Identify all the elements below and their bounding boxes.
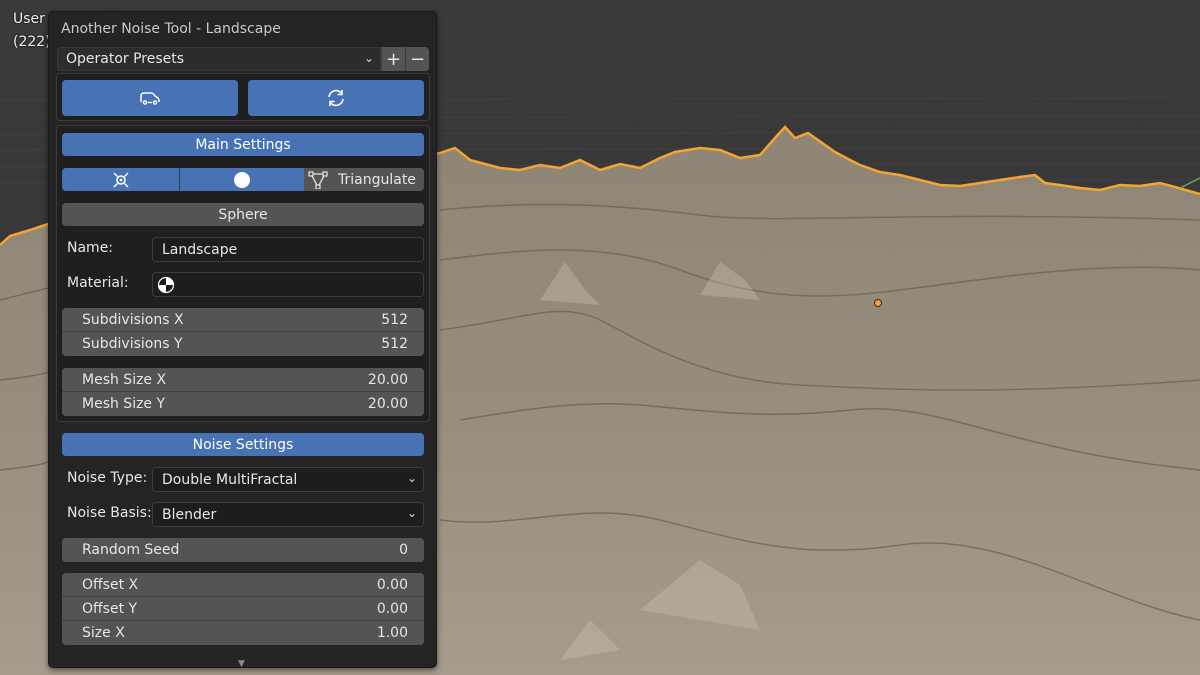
offset-group: Offset X 0.00 Offset Y 0.00 Size X 1.00	[62, 573, 424, 645]
car-icon	[140, 92, 160, 105]
name-value: Landscape	[162, 241, 238, 258]
field-label: Offset Y	[82, 600, 138, 617]
refresh-icon	[328, 89, 344, 107]
field-value: 20.00	[367, 371, 408, 388]
field-label: Mesh Size Y	[82, 396, 166, 412]
triangulate-label: Triangulate	[338, 171, 416, 188]
presets-label: Operator Presets	[66, 51, 185, 67]
redo-panel: Another Noise Tool - Landscape Operator …	[48, 11, 437, 669]
field-value: 512	[381, 336, 408, 352]
origin-toggle[interactable]	[62, 168, 180, 191]
remove-preset-button[interactable]: −	[405, 47, 429, 71]
main-toggles-row: Triangulate	[62, 168, 424, 191]
subdivisions-group: Subdivisions X 512 Subdivisions Y 512	[62, 308, 424, 356]
noise-type-dropdown[interactable]: Double MultiFractal ⌄	[152, 467, 424, 492]
offset-x-field[interactable]: Offset X 0.00	[62, 573, 424, 597]
field-label: Offset X	[82, 576, 139, 593]
field-label: Size X	[82, 625, 125, 641]
mesh-size-y-field[interactable]: Mesh Size Y 20.00	[62, 392, 424, 416]
auto-update-button[interactable]	[62, 80, 238, 116]
field-value: 0.00	[376, 576, 408, 593]
subdivisions-y-field[interactable]: Subdivisions Y 512	[62, 332, 424, 356]
name-field[interactable]: Landscape	[152, 237, 424, 262]
mesh-size-x-field[interactable]: Mesh Size X 20.00	[62, 368, 424, 392]
field-label: Mesh Size X	[82, 371, 167, 388]
object-origin-dot	[874, 299, 882, 307]
material-label: Material:	[67, 275, 129, 291]
noise-basis-label: Noise Basis:	[67, 505, 152, 521]
random-seed-group: Random Seed 0	[62, 538, 424, 562]
refresh-button[interactable]	[248, 80, 424, 116]
scroll-down-arrow-icon[interactable]: ▼	[238, 659, 245, 669]
chevron-down-icon: ⌄	[406, 506, 417, 520]
sphere-dot-icon	[234, 171, 250, 188]
noise-settings-header[interactable]: Noise Settings	[62, 433, 424, 456]
sphere-toggle[interactable]	[180, 168, 304, 191]
add-preset-button[interactable]: +	[381, 47, 405, 71]
chevron-down-icon: ⌄	[363, 51, 374, 65]
operator-presets-dropdown[interactable]: Operator Presets ⌄	[57, 47, 381, 71]
noise-basis-value: Blender	[162, 506, 217, 523]
field-value: 0.00	[376, 600, 408, 617]
name-label: Name:	[67, 240, 114, 256]
offset-y-field[interactable]: Offset Y 0.00	[62, 597, 424, 621]
material-icon	[157, 276, 175, 293]
field-value: 512	[381, 311, 408, 328]
mesh-size-group: Mesh Size X 20.00 Mesh Size Y 20.00	[62, 368, 424, 416]
field-label: Random Seed	[82, 542, 180, 558]
presets-row: Operator Presets ⌄ + −	[57, 47, 429, 71]
noise-type-value: Double MultiFractal	[162, 471, 298, 488]
triangulate-toggle[interactable]: Triangulate	[304, 168, 424, 191]
subdivisions-x-field[interactable]: Subdivisions X 512	[62, 308, 424, 332]
material-field[interactable]	[152, 272, 424, 297]
sphere-button[interactable]: Sphere	[62, 203, 424, 226]
triangulate-icon	[308, 170, 328, 189]
random-seed-field[interactable]: Random Seed 0	[62, 538, 424, 562]
field-value: 1.00	[376, 625, 408, 641]
field-label: Subdivisions Y	[82, 336, 183, 352]
origin-icon	[113, 172, 128, 187]
noise-basis-dropdown[interactable]: Blender ⌄	[152, 502, 424, 527]
field-label: Subdivisions X	[82, 311, 184, 328]
size-x-field[interactable]: Size X 1.00	[62, 621, 424, 645]
field-value: 0	[399, 542, 408, 558]
noise-type-label: Noise Type:	[67, 470, 148, 486]
field-value: 20.00	[367, 396, 408, 412]
chevron-down-icon: ⌄	[406, 471, 417, 485]
main-settings-header[interactable]: Main Settings	[62, 133, 424, 156]
panel-title[interactable]: Another Noise Tool - Landscape	[61, 21, 281, 37]
